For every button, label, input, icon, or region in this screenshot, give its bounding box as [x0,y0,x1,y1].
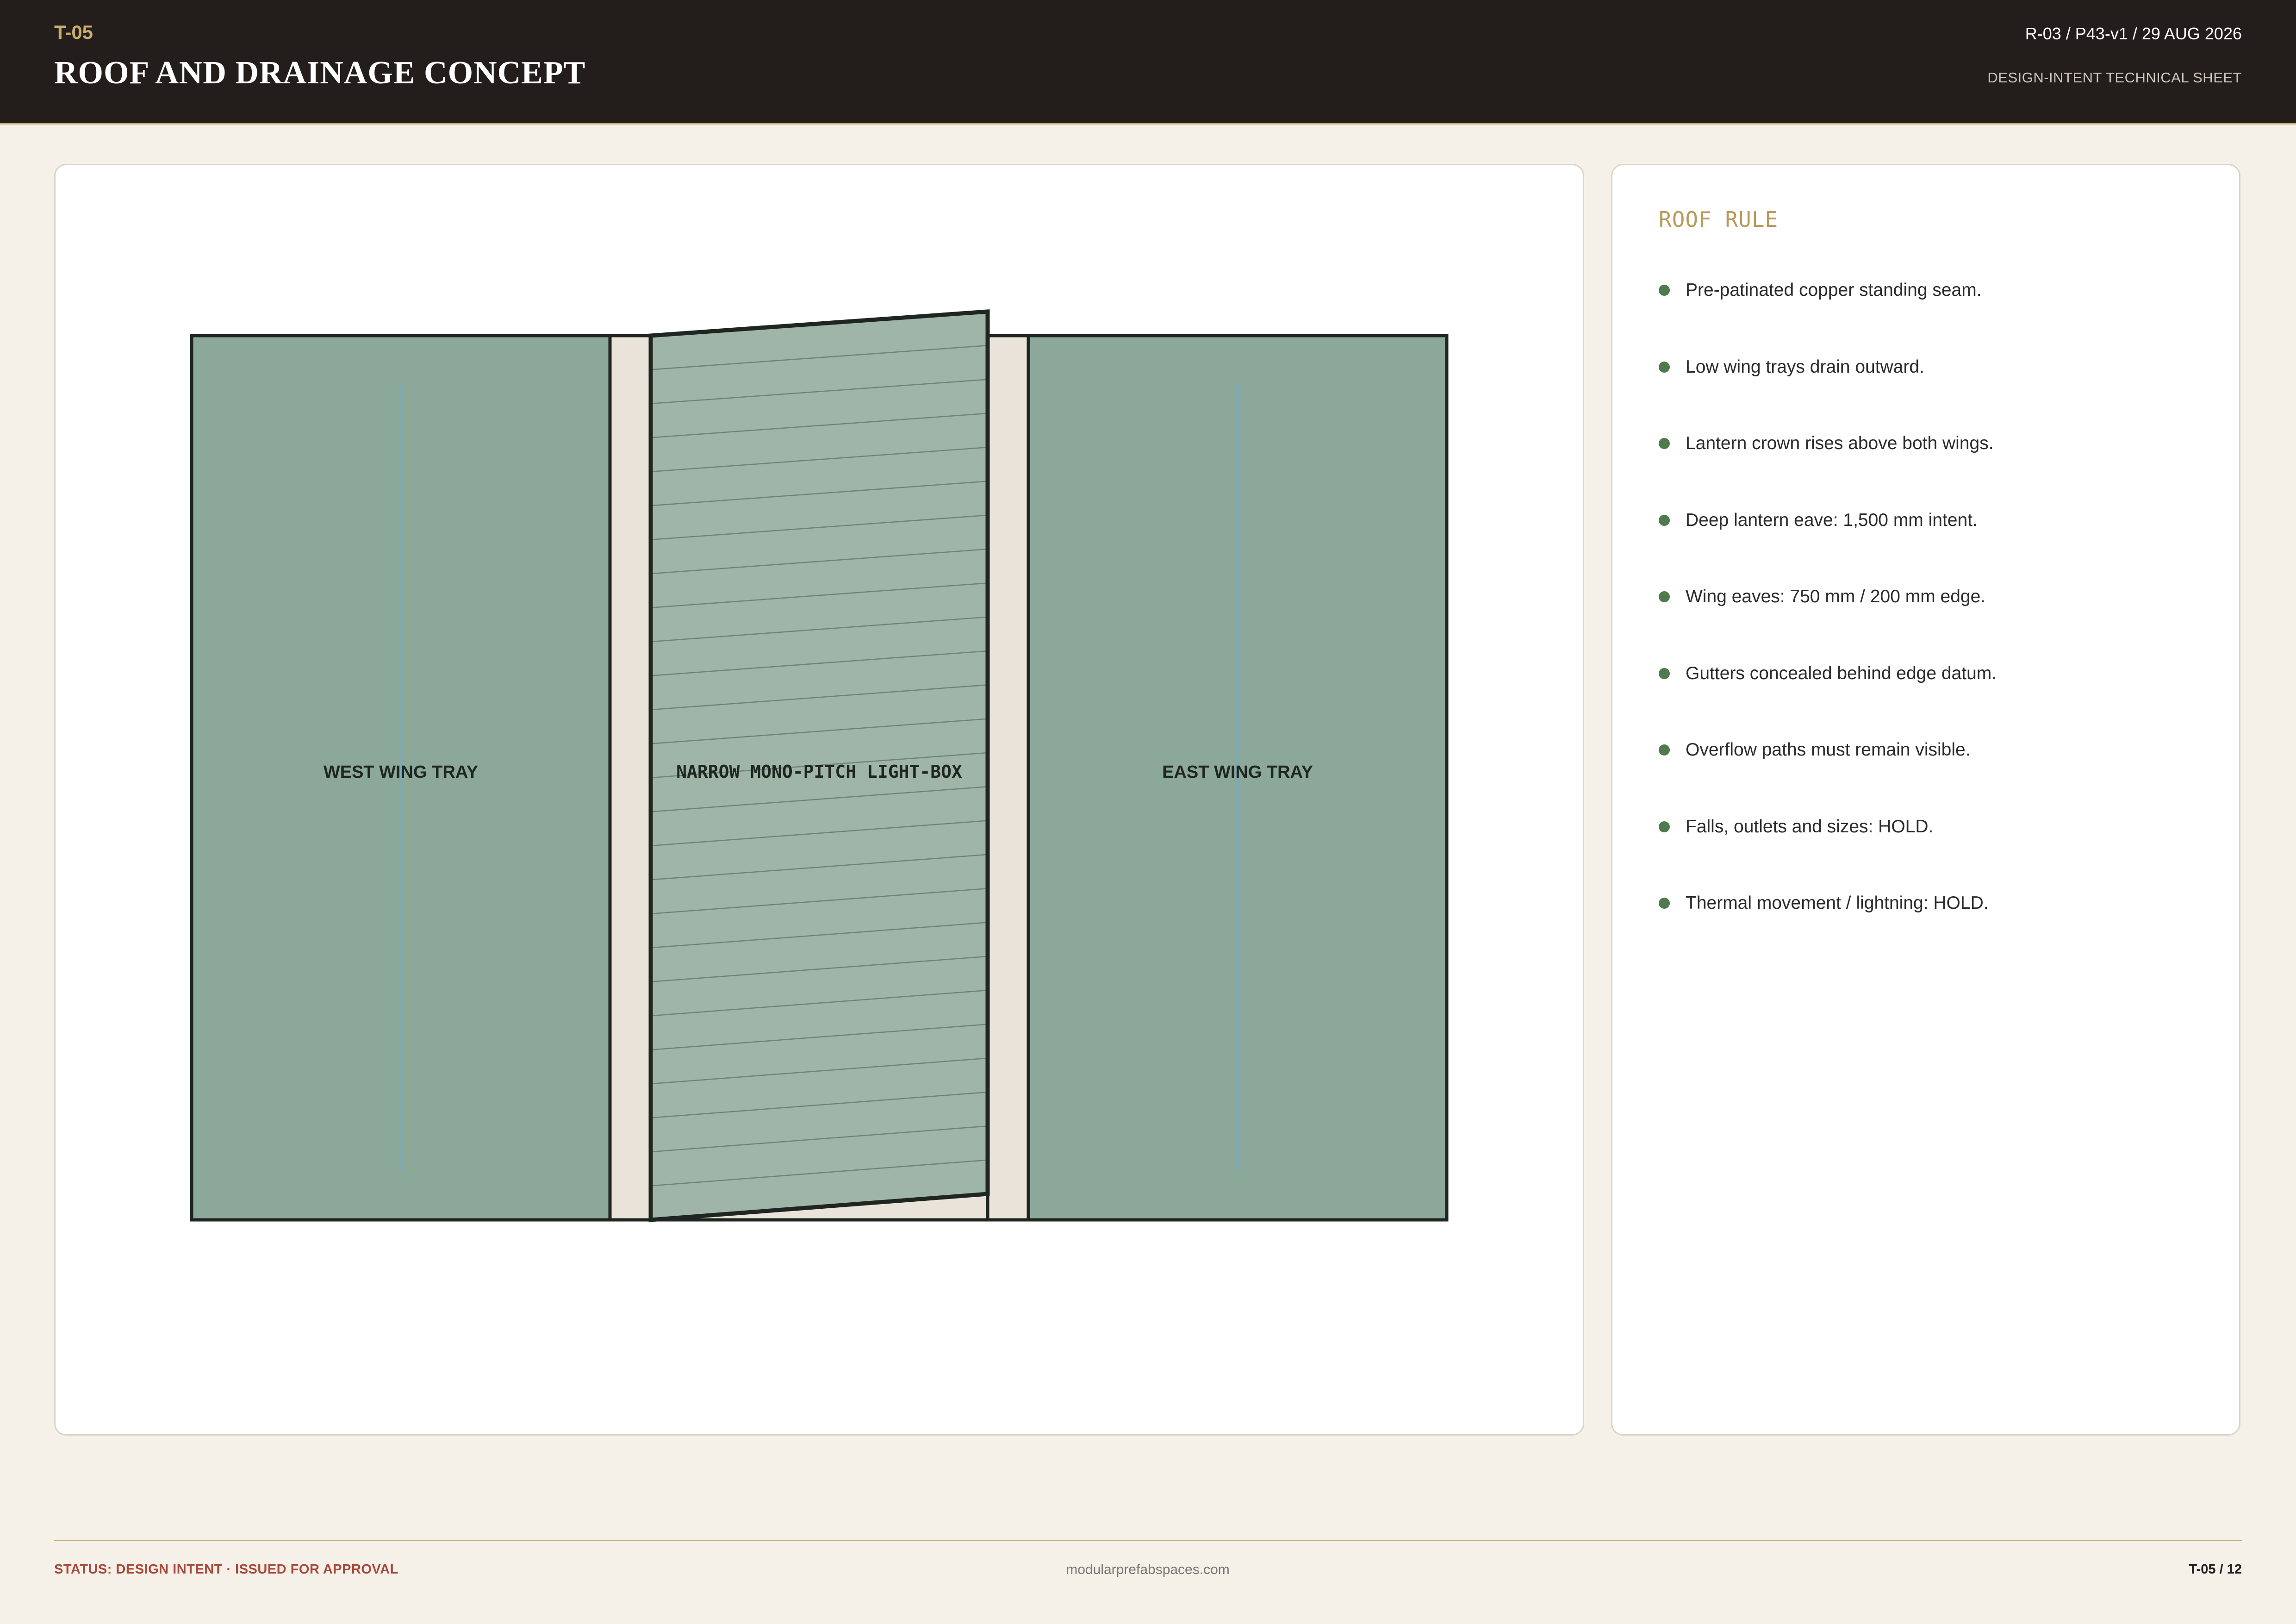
footer-divider [54,1540,2242,1541]
page-number: T-05 / 12 [2189,1562,2242,1577]
bullet-dot-icon [1659,438,1670,449]
east-gap-strip [986,334,1030,1222]
rule-text: Wing eaves: 750 mm / 200 mm edge. [1686,587,1986,606]
list-item: Falls, outlets and sizes: HOLD. [1659,816,1997,894]
list-item: Lantern crown rises above both wings. [1659,434,1997,511]
bullet-dot-icon [1659,744,1670,756]
revision-stamp: R-03 / P43-v1 / 29 AUG 2026 [2025,24,2242,43]
west-wing-label: WEST WING TRAY [324,762,478,782]
list-item: Thermal movement / lightning: HOLD. [1659,894,1997,971]
list-item: Overflow paths must remain visible. [1659,741,1997,818]
bullet-dot-icon [1659,821,1670,832]
bullet-dot-icon [1659,668,1670,679]
list-item: Gutters concealed behind edge datum. [1659,664,1997,741]
bullet-dot-icon [1659,361,1670,373]
rule-text: Deep lantern eave: 1,500 mm intent. [1686,510,1978,530]
status-text: STATUS: DESIGN INTENT · ISSUED FOR APPRO… [54,1562,398,1577]
rule-text: Lantern crown rises above both wings. [1686,433,1994,453]
bullet-dot-icon [1659,514,1670,526]
east-wing-label: EAST WING TRAY [1162,762,1313,782]
rule-text: Overflow paths must remain visible. [1686,740,1971,760]
list-item: Wing eaves: 750 mm / 200 mm edge. [1659,587,1997,664]
roof-drawing-panel: WEST WING TRAY NARROW MONO-PITCH LIGHT-B… [54,164,1584,1436]
roof-plan-diagram: WEST WING TRAY NARROW MONO-PITCH LIGHT-B… [190,309,1449,1222]
sheet-code: T-05 [54,21,93,43]
roof-rule-title: ROOF RULE [1659,207,1779,232]
rule-text: Falls, outlets and sizes: HOLD. [1686,816,1934,837]
list-item: Low wing trays drain outward. [1659,356,1997,435]
header-bar: T-05 ROOF AND DRAINAGE CONCEPT R-03 / P4… [0,0,2296,125]
site-url: modularprefabspaces.com [1066,1562,1230,1577]
lantern-label: NARROW MONO-PITCH LIGHT-BOX [676,762,962,782]
list-item: Deep lantern eave: 1,500 mm intent. [1659,511,1997,588]
roof-rule-panel: ROOF RULE Pre-patinated copper standing … [1611,164,2240,1436]
sheet-subtitle: DESIGN-INTENT TECHNICAL SHEET [1987,69,2242,86]
rule-text: Low wing trays drain outward. [1686,356,1924,377]
rule-text: Thermal movement / lightning: HOLD. [1686,893,1989,913]
rule-text: Gutters concealed behind edge datum. [1686,663,1997,683]
rule-text: Pre-patinated copper standing seam. [1686,280,1982,300]
bullet-dot-icon [1659,898,1670,909]
west-gap-strip [608,334,653,1222]
roof-rule-list: Pre-patinated copper standing seam. Low … [1659,281,1997,971]
bullet-dot-icon [1659,591,1670,602]
bullet-dot-icon [1659,285,1670,296]
list-item: Pre-patinated copper standing seam. [1659,281,1997,358]
page-title: ROOF AND DRAINAGE CONCEPT [54,55,586,91]
